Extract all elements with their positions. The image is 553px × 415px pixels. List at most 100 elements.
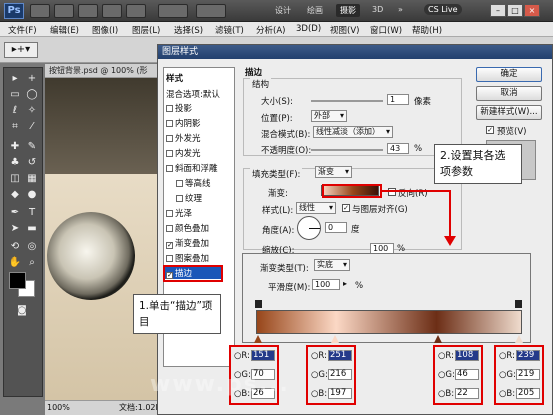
menu-filter[interactable]: 滤镜(T) [215, 24, 244, 36]
channel-r-input[interactable]: 239 [516, 350, 540, 361]
workspace-photography[interactable]: 摄影 [336, 4, 360, 17]
angle-dial[interactable] [297, 216, 321, 240]
smoothness-arrow-icon[interactable]: ▸ [343, 279, 347, 288]
style-item-5[interactable]: 斜面和浮雕 [166, 162, 218, 174]
angle-input[interactable]: 0 [325, 222, 347, 233]
cancel-button[interactable]: 取消 [476, 86, 542, 101]
screen-mode-icon[interactable] [196, 4, 226, 18]
minibridge-icon[interactable] [54, 4, 74, 18]
channel-b-input[interactable]: 205 [516, 388, 540, 399]
shape-tool-icon[interactable]: ▬ [25, 222, 39, 236]
type-tool-icon[interactable]: T [25, 206, 39, 220]
cs-live-button[interactable]: CS Live [424, 4, 462, 15]
style-item-checkbox[interactable] [176, 180, 183, 187]
style-item-6[interactable]: 等高线 [176, 177, 211, 189]
menu-select[interactable]: 选择(S) [174, 24, 203, 36]
style-item-checkbox[interactable] [166, 150, 173, 157]
channel-r-input[interactable]: 251 [328, 350, 352, 361]
style-item-1[interactable]: 投影 [166, 102, 192, 114]
position-select[interactable]: 外部 [311, 110, 347, 122]
style-item-8[interactable]: 光泽 [166, 207, 192, 219]
bridge-icon[interactable] [30, 4, 50, 18]
foreground-color-swatch[interactable] [9, 272, 26, 289]
menu-layer[interactable]: 图层(L) [132, 24, 160, 36]
workspace-design[interactable]: 设计 [275, 5, 291, 16]
3d-camera-icon[interactable]: ◎ [25, 240, 39, 254]
minimize-icon[interactable]: – [490, 4, 506, 17]
menu-help[interactable]: 帮助(H) [412, 24, 442, 36]
magic-wand-icon[interactable]: ✧ [25, 104, 39, 118]
blur-tool-icon[interactable]: ◆ [8, 188, 22, 202]
menu-view[interactable]: 视图(V) [330, 24, 359, 36]
channel-b-input[interactable]: 197 [328, 388, 352, 399]
size-slider[interactable] [311, 100, 383, 102]
document-canvas[interactable] [45, 64, 157, 400]
document-tab[interactable]: 按钮背景.psd @ 100% (形 [45, 64, 157, 78]
restore-icon[interactable]: □ [507, 4, 523, 17]
align-with-layer-checkbox[interactable]: ✓ [342, 204, 350, 212]
workspace-3d[interactable]: 3D [372, 5, 383, 14]
eyedropper-tool-icon[interactable]: ⁄ [25, 120, 39, 134]
style-item-3[interactable]: 外发光 [166, 132, 201, 144]
ok-button[interactable]: 确定 [476, 67, 542, 82]
style-item-4[interactable]: 内发光 [166, 147, 201, 159]
new-style-button[interactable]: 新建样式(W)... [476, 105, 542, 120]
opacity-slider[interactable] [311, 149, 383, 151]
path-selection-icon[interactable]: ➤ [8, 222, 22, 236]
style-item-10[interactable]: ✓ 渐变叠加 [166, 237, 209, 249]
gradient-tool-icon[interactable]: ▦ [25, 172, 39, 186]
hand-icon[interactable] [102, 4, 122, 18]
zoom-readout[interactable]: 100% [47, 401, 70, 415]
zoom-icon[interactable] [126, 4, 146, 18]
close-icon[interactable]: × [524, 4, 540, 17]
opacity-stop-right[interactable] [515, 300, 522, 308]
style-item-checkbox[interactable] [166, 135, 173, 142]
channel-g-input[interactable]: 216 [328, 369, 352, 380]
gradient-bar[interactable] [256, 310, 522, 334]
style-item-checkbox[interactable]: ✓ [166, 242, 173, 249]
workspace-more[interactable]: » [398, 5, 403, 14]
move-tool-icon[interactable]: ▸ [8, 72, 22, 86]
size-input[interactable]: 1 [387, 94, 409, 105]
style-item-checkbox[interactable] [176, 195, 183, 202]
color-stop-3[interactable] [434, 335, 442, 343]
move-tool-preset-icon[interactable]: ▸+▾ [4, 42, 38, 58]
preview-checkbox[interactable]: ✓ [486, 126, 494, 134]
channel-g-input[interactable]: 46 [455, 369, 479, 380]
styles-header[interactable]: 样式 [166, 72, 183, 84]
clone-stamp-icon[interactable]: ♣ [8, 156, 22, 170]
healing-brush-icon[interactable]: ✚ [8, 140, 22, 154]
style-item-2[interactable]: 内阴影 [166, 117, 201, 129]
workspace-painting[interactable]: 绘画 [307, 5, 323, 16]
color-stop-2[interactable] [331, 335, 339, 343]
style-item-11[interactable]: 图案叠加 [166, 252, 209, 264]
opacity-stop-left[interactable] [255, 300, 262, 308]
brush-tool-icon[interactable]: ✎ [25, 140, 39, 154]
crop-tool-icon[interactable]: ⌗ [8, 120, 22, 134]
move-tool-alt-icon[interactable]: + [25, 72, 39, 86]
pen-tool-icon[interactable]: ✒ [8, 206, 22, 220]
style-item-checkbox[interactable] [166, 105, 173, 112]
marquee-tool-icon[interactable]: ▭ [8, 88, 22, 102]
ellipse-marquee-icon[interactable]: ◯ [25, 88, 39, 102]
blend-mode-select[interactable]: 线性减淡（添加） [313, 126, 393, 138]
eraser-tool-icon[interactable]: ◫ [8, 172, 22, 186]
lasso-tool-icon[interactable]: ℓ [8, 104, 22, 118]
menu-window[interactable]: 窗口(W) [370, 24, 402, 36]
menu-file[interactable]: 文件(F) [8, 24, 37, 36]
fill-type-select[interactable]: 渐变 [315, 166, 352, 178]
style-item-checkbox[interactable] [166, 120, 173, 127]
style-item-9[interactable]: 颜色叠加 [166, 222, 209, 234]
channel-r-input[interactable]: 108 [455, 350, 479, 361]
channel-g-input[interactable]: 219 [516, 369, 540, 380]
blend-options-item[interactable]: 混合选项:默认 [166, 88, 220, 100]
zoom-tool-icon[interactable]: ⌕ [25, 256, 39, 270]
style-item-checkbox[interactable] [166, 165, 173, 172]
arrange-documents-icon[interactable] [158, 4, 188, 18]
menu-edit[interactable]: 编辑(E) [50, 24, 79, 36]
3d-rotate-icon[interactable]: ⟲ [8, 240, 22, 254]
dodge-tool-icon[interactable]: ● [25, 188, 39, 202]
opacity-input[interactable]: 43 [387, 143, 409, 154]
zoom-level-icon[interactable] [78, 4, 98, 18]
hand-tool-icon[interactable]: ✋ [8, 256, 22, 270]
